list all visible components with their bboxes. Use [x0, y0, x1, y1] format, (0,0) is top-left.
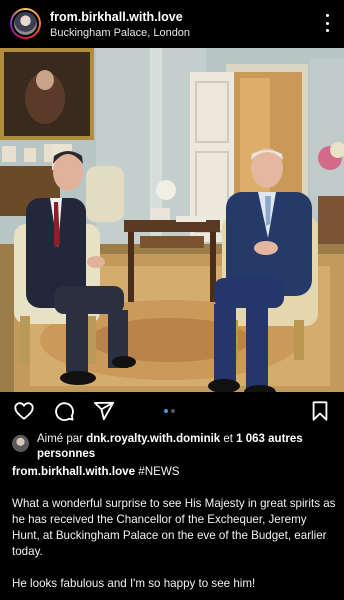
profile-avatar[interactable] — [10, 8, 41, 39]
liker-username[interactable]: dnk.royalty.with.dominik — [86, 433, 220, 445]
like-heart-icon[interactable] — [13, 400, 35, 422]
likes-summary[interactable]: Aimé par dnk.royalty.with.dominik et 1 0… — [12, 432, 334, 462]
post-photo[interactable] — [0, 48, 344, 392]
post-caption: from.birkhall.with.love #NEWS What a won… — [12, 464, 337, 600]
post-user-block: from.birkhall.with.love Buckingham Palac… — [50, 10, 190, 40]
caption-paragraph-2: He looks fabulous and I'm so happy to se… — [12, 577, 256, 590]
liker-avatar — [12, 435, 29, 452]
more-options-icon[interactable] — [324, 14, 330, 32]
post-username[interactable]: from.birkhall.with.love — [50, 10, 190, 25]
caption-paragraph-1: What a wonderful surprise to see His Maj… — [12, 497, 336, 558]
likes-middle: et — [220, 433, 237, 445]
likes-prefix: Aimé par — [37, 433, 87, 445]
post-actions — [0, 396, 344, 426]
likes-text: Aimé par dnk.royalty.with.dominik et 1 0… — [37, 432, 334, 462]
comment-icon[interactable] — [53, 400, 75, 422]
share-send-icon[interactable] — [93, 400, 115, 422]
post-header: from.birkhall.with.love Buckingham Palac… — [0, 0, 344, 48]
save-bookmark-icon[interactable] — [309, 400, 331, 422]
caption-hashtag[interactable]: #NEWS — [138, 465, 179, 478]
carousel-indicator — [164, 409, 175, 413]
post-location[interactable]: Buckingham Palace, London — [50, 26, 190, 40]
caption-username[interactable]: from.birkhall.with.love — [12, 465, 135, 478]
